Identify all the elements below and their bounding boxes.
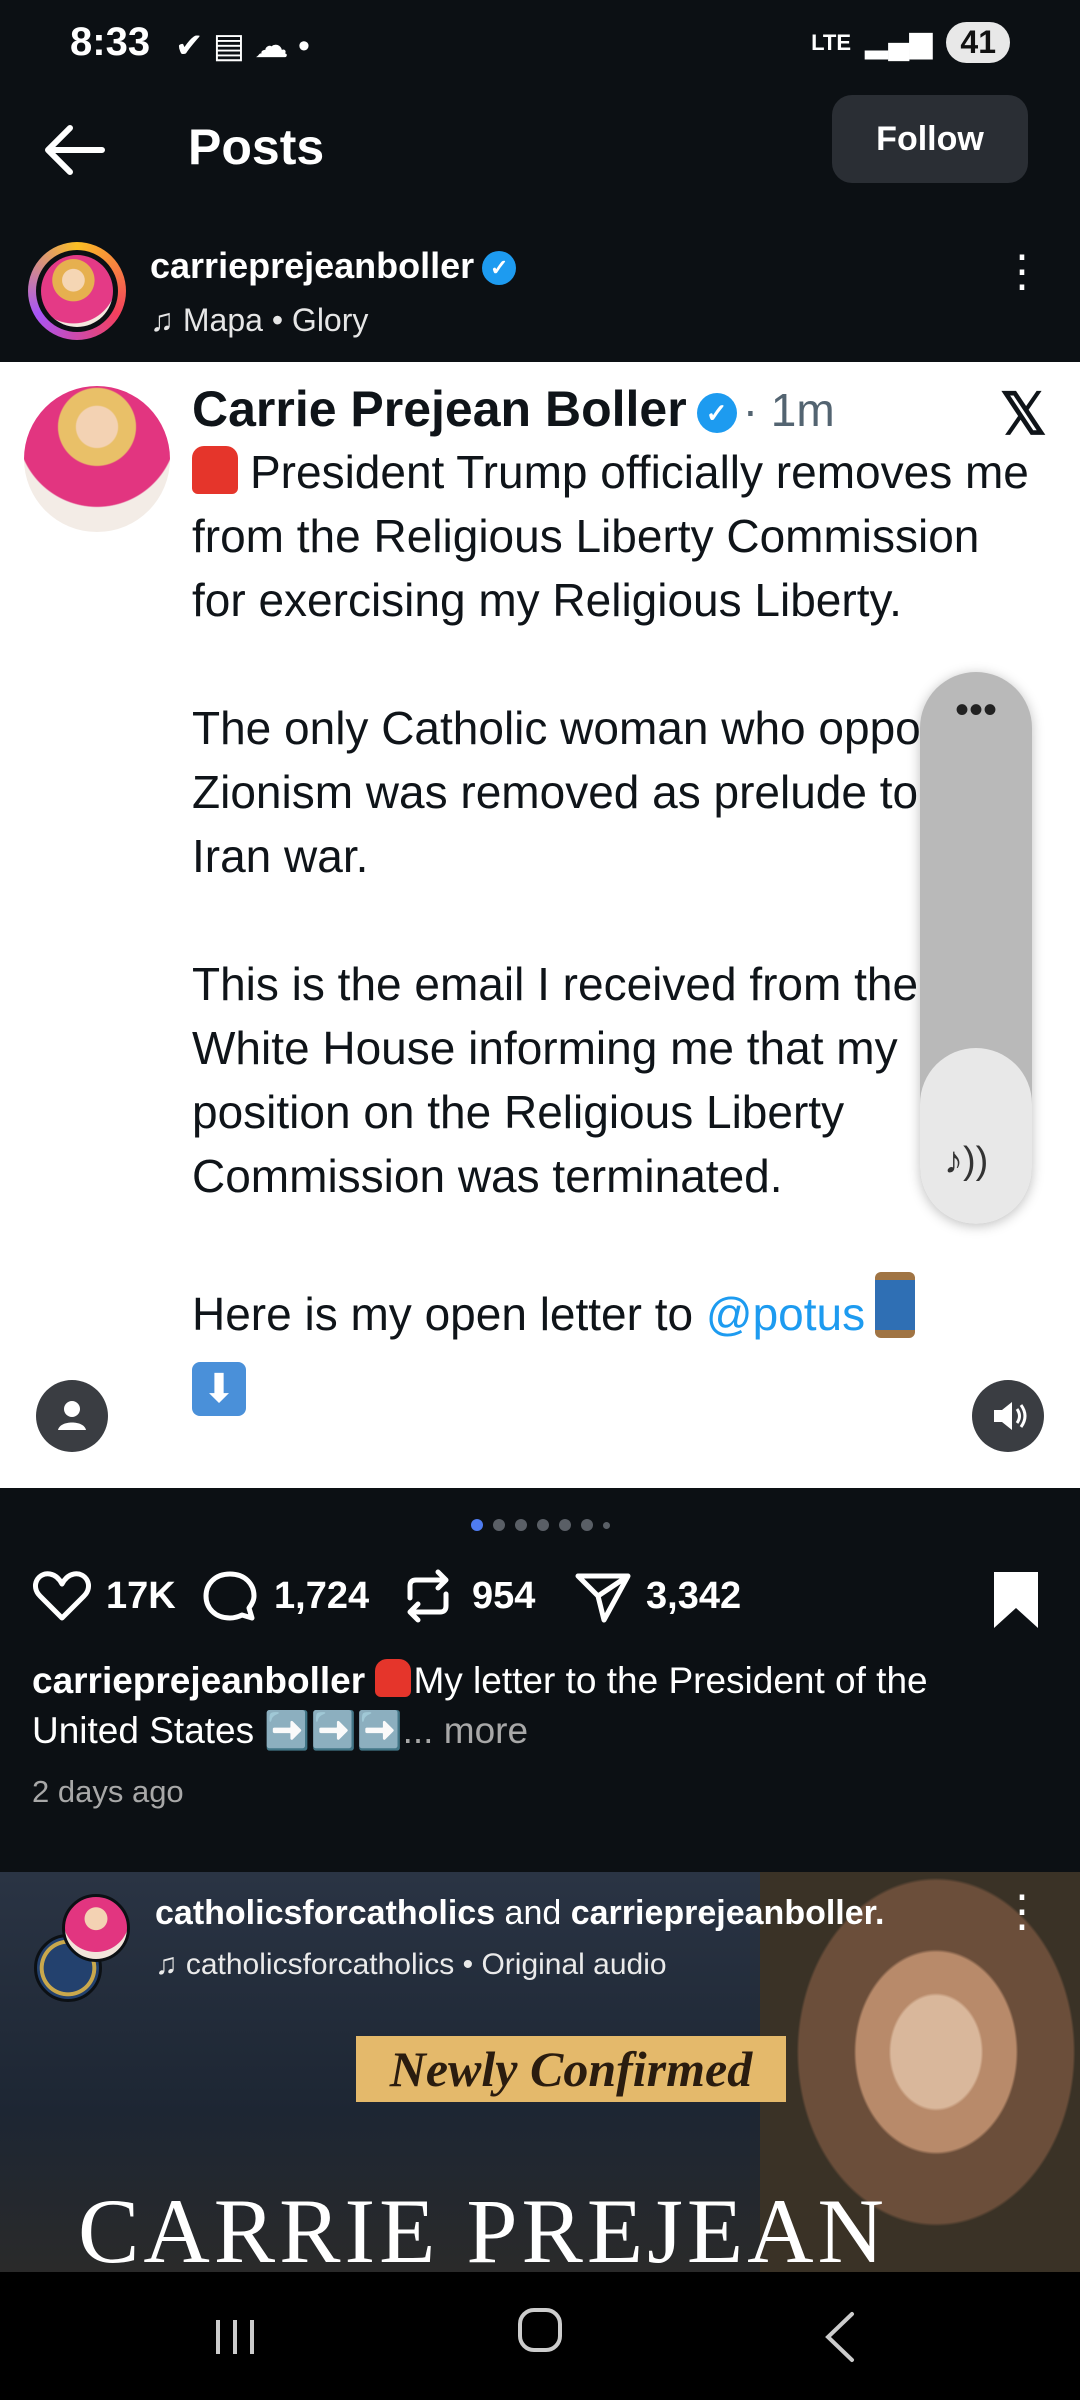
comment-action[interactable]: 1,724 xyxy=(200,1568,369,1624)
back-nav-icon[interactable] xyxy=(810,2302,870,2372)
post-author[interactable]: carrieprejeanboller ✓ xyxy=(150,245,517,287)
next-post-banner: Newly Confirmed xyxy=(356,2036,786,2102)
next-post-authors[interactable]: catholicsforcatholics and carrieprejeanb… xyxy=(155,1894,884,1933)
sound-toggle-icon[interactable] xyxy=(972,1380,1044,1452)
down-arrow-emoji-icon: ⬇ xyxy=(192,1362,246,1416)
next-post-audio[interactable]: ♫ catholicsforcatholics • Original audio xyxy=(155,1948,667,1982)
system-nav-bar xyxy=(0,2272,1080,2400)
post-music[interactable]: ♫ Mapa • Glory xyxy=(150,302,368,339)
bookmark-icon[interactable] xyxy=(990,1568,1042,1632)
more-options-icon[interactable]: ⋮ xyxy=(1000,250,1044,322)
verified-badge-icon: ✓ xyxy=(482,251,517,286)
tweet-paragraph-1: President Trump officially removes me fr… xyxy=(192,446,1042,626)
tweet-author: Carrie Prejean Boller xyxy=(192,381,687,437)
status-time: 8:33 xyxy=(70,20,151,64)
status-notification-icons: ✔ ▤ ☁ • xyxy=(175,27,310,65)
next-post-joiner: and xyxy=(495,1894,571,1932)
avatar[interactable] xyxy=(41,255,113,327)
tweet-paragraph-3: This is the email I received from the Wh… xyxy=(192,958,919,1202)
tagged-user-icon[interactable] xyxy=(36,1380,108,1452)
tweet-paragraph-4: Here is my open letter to xyxy=(192,1288,706,1340)
signal-icon: ▂▄▆ xyxy=(865,26,933,59)
next-post-user2[interactable]: carrieprejeanboller. xyxy=(571,1894,885,1932)
tweet-time: · 1m xyxy=(742,384,835,436)
share-action[interactable]: 3,342 xyxy=(572,1568,741,1624)
next-post[interactable]: catholicsforcatholics and carrieprejeanb… xyxy=(0,1872,1080,2272)
like-action[interactable]: 17K xyxy=(32,1568,176,1624)
status-right: LTE ▂▄▆ 41 xyxy=(811,22,1010,63)
volume-level[interactable] xyxy=(920,1048,1032,1224)
recent-apps-icon[interactable] xyxy=(200,2302,270,2372)
repost-icon xyxy=(407,1569,449,1623)
post-caption[interactable]: carrieprejeanboller My letter to the Pre… xyxy=(32,1656,1042,1756)
verified-badge-icon: ✓ xyxy=(696,392,737,433)
music-note-icon: ♫ xyxy=(150,302,183,338)
post-timestamp: 2 days ago xyxy=(32,1774,184,1809)
tweet-avatar xyxy=(24,386,170,532)
caption-username[interactable]: carrieprejeanboller xyxy=(32,1660,365,1701)
volume-icon: ♪)) xyxy=(944,1140,989,1182)
battery-indicator: 41 xyxy=(946,22,1010,63)
mention-link: @potus xyxy=(705,1288,866,1340)
next-post-headline: CARRIE PREJEAN xyxy=(78,2180,888,2272)
post-media[interactable]: Carrie Prejean Boller ✓ · 1m 𝕏 President T… xyxy=(0,362,1080,1488)
page-title: Posts xyxy=(188,119,325,175)
post-author-name[interactable]: carrieprejeanboller xyxy=(150,245,474,286)
comment-icon xyxy=(203,1571,257,1621)
home-icon[interactable] xyxy=(510,2300,570,2360)
tweet-paragraph-2: The only Catholic woman who opposes Zion… xyxy=(192,702,995,882)
repost-count: 954 xyxy=(472,1574,536,1617)
carousel-indicator xyxy=(0,1518,1080,1536)
post-music-label[interactable]: Mapa • Glory xyxy=(183,302,368,338)
siren-emoji-icon xyxy=(375,1659,412,1697)
thread-emoji-icon xyxy=(875,1272,916,1338)
next-post-audio-label[interactable]: catholicsforcatholics • Original audio xyxy=(186,1948,667,1981)
tweet-text: President Trump officially removes me fr… xyxy=(192,440,1042,1416)
status-bar: 8:33 ✔ ▤ ☁ • LTE ▂▄▆ 41 xyxy=(0,0,1080,90)
repost-action[interactable]: 954 xyxy=(398,1568,535,1624)
avatar[interactable] xyxy=(62,1894,130,1962)
follow-button[interactable]: Follow xyxy=(832,95,1028,183)
tweet-header: Carrie Prejean Boller ✓ · 1m xyxy=(192,380,835,438)
like-count: 17K xyxy=(106,1574,176,1617)
x-logo-icon: 𝕏 xyxy=(1000,382,1047,447)
back-arrow-icon[interactable] xyxy=(40,120,110,180)
more-options-icon[interactable]: ⋮ xyxy=(1000,1890,1044,1934)
heart-icon xyxy=(33,1571,91,1621)
caption-more-link[interactable]: ... more xyxy=(403,1710,528,1751)
lte-icon: LTE xyxy=(811,29,851,55)
siren-emoji-icon xyxy=(192,446,238,494)
comment-count: 1,724 xyxy=(274,1574,370,1617)
send-icon xyxy=(575,1573,631,1623)
volume-options-icon[interactable]: ••• xyxy=(950,690,1002,730)
next-post-user1[interactable]: catholicsforcatholics xyxy=(155,1894,495,1932)
action-bar: 17K 1,724 954 3,342 xyxy=(32,1568,1048,1638)
share-count: 3,342 xyxy=(646,1574,742,1617)
music-note-icon: ♫ xyxy=(155,1948,186,1981)
